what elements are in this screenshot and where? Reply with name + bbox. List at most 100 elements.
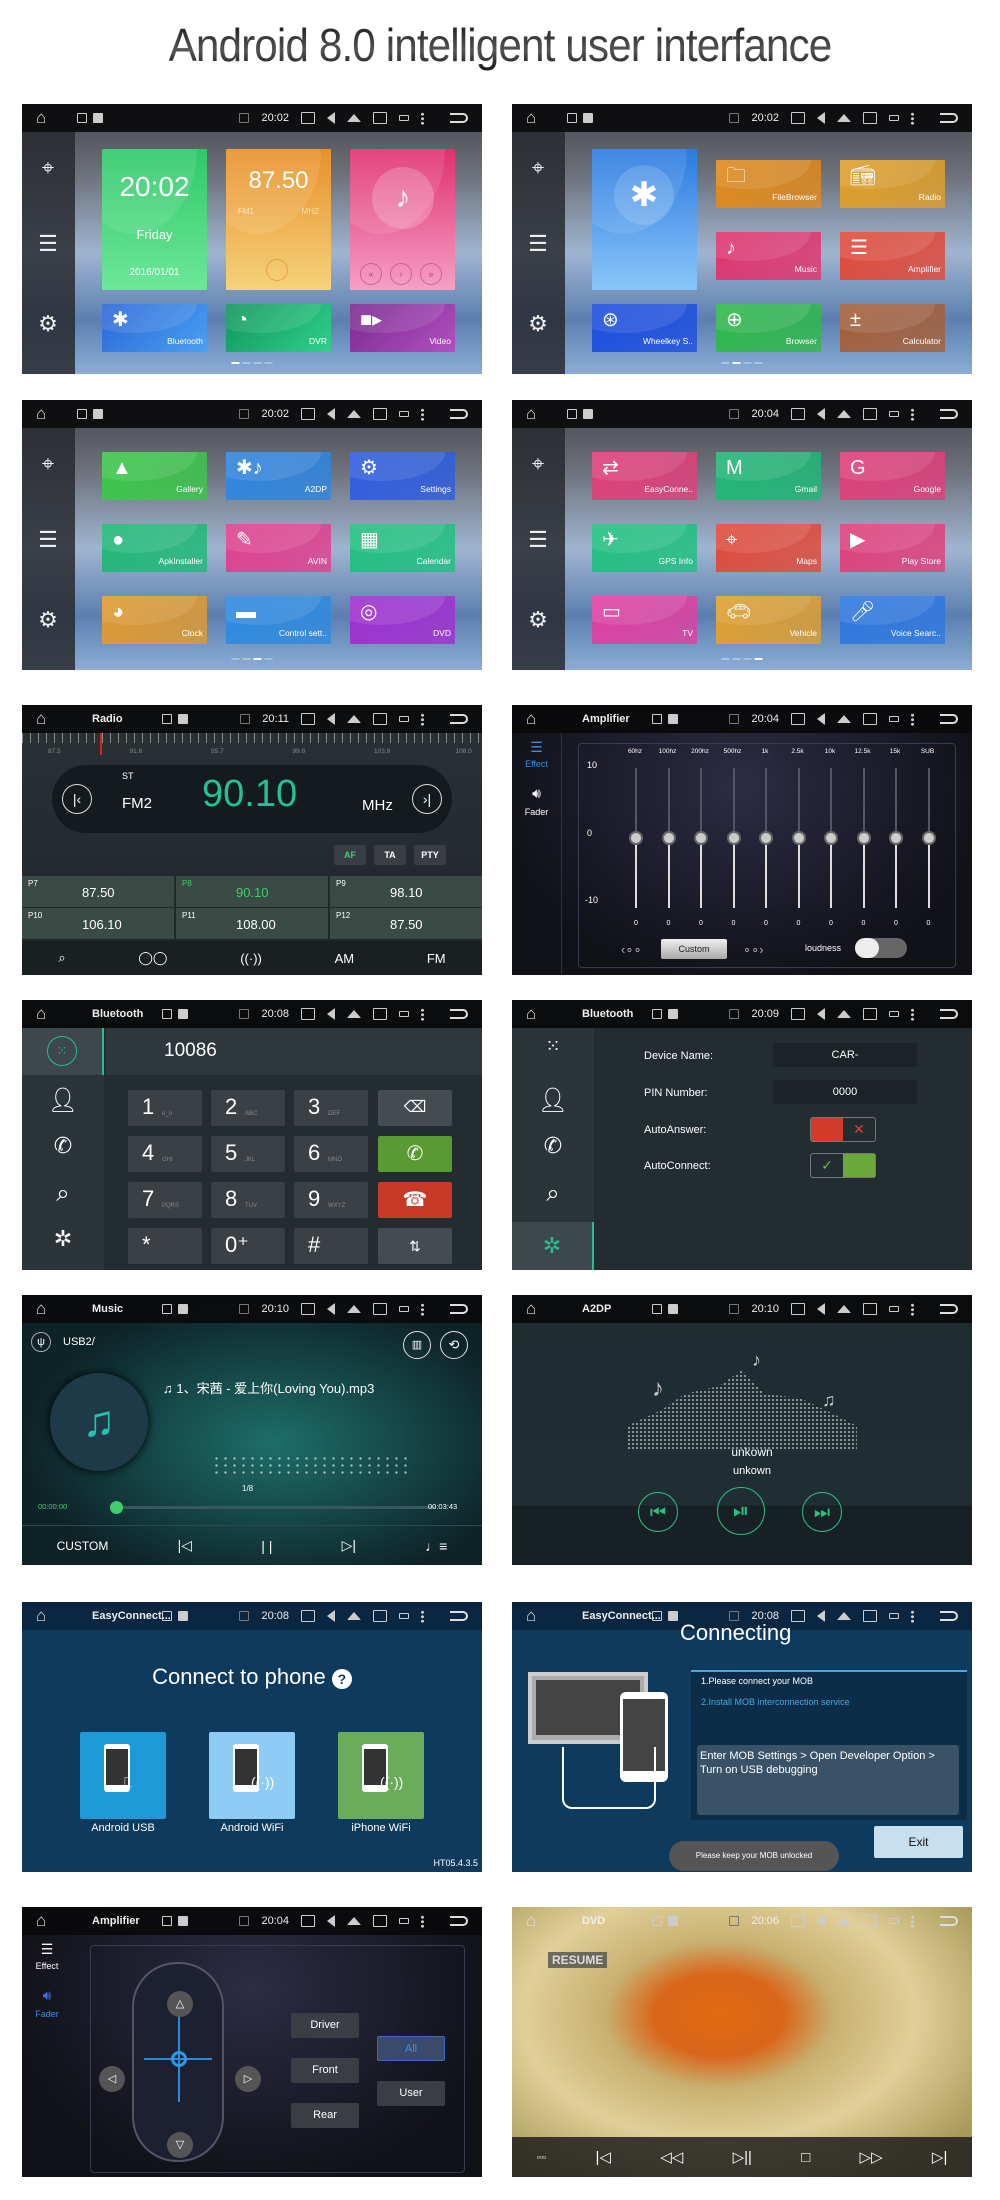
back-icon[interactable] [940,1009,958,1019]
band-slider-knob[interactable] [759,831,773,845]
volume-icon[interactable] [327,713,335,725]
search-icon[interactable]: ⌕ [512,1180,594,1208]
band-slider-knob[interactable] [629,831,643,845]
equalizer-icon[interactable]: ☰ [36,528,60,552]
play-pause-button[interactable]: ⏯︎ [717,1487,765,1535]
eject-icon[interactable] [347,410,361,418]
recent-apps-icon[interactable] [889,1306,899,1312]
tile-wheelkey-s[interactable]: ⊛ Wheelkey S.. [592,304,697,352]
preset-p7[interactable]: P7 87.50 [22,876,174,907]
close-window-icon[interactable] [863,1008,877,1020]
close-window-icon[interactable] [863,1610,877,1622]
playlist-icon[interactable]: ♩≡ [425,1538,447,1554]
back-icon[interactable] [940,714,958,724]
back-icon[interactable] [450,113,468,123]
recent-apps-icon[interactable] [399,716,409,722]
home-icon[interactable]: ⌂ [526,710,546,728]
tile-easyconne[interactable]: ⇄ EasyConne.. [592,452,697,500]
screenshot-icon[interactable] [301,1008,315,1020]
volume-icon[interactable] [817,1610,825,1622]
key-5[interactable]: 5 JKL [211,1136,285,1172]
tile-settings[interactable]: ⚙ Settings [350,452,455,500]
more-icon[interactable] [911,712,914,726]
back-icon[interactable] [450,714,468,724]
volume-icon[interactable] [817,1303,825,1315]
close-window-icon[interactable] [863,713,877,725]
equalizer-icon[interactable]: ☰ [512,739,561,756]
connect-option-android-usb[interactable]: ⎍ [80,1732,166,1819]
key-3[interactable]: 3 DEF [294,1090,368,1126]
radio-widget[interactable]: 87.50 FM1 MHZ [226,149,331,290]
more-icon[interactable] [421,407,424,421]
play-pause-icon[interactable]: ▷|| [733,2148,752,2166]
tile-radio[interactable]: 📻︎ Radio [840,160,945,208]
volume-icon[interactable] [817,1008,825,1020]
band-slider-knob[interactable] [824,831,838,845]
number-display[interactable]: 10086 [106,1028,482,1075]
up-arrow-button[interactable]: △ [167,1991,193,2017]
bt-settings-icon[interactable]: ✲ [512,1222,594,1270]
back-icon[interactable] [450,1304,468,1314]
volume-icon[interactable] [327,112,335,124]
tile-gmail[interactable]: M Gmail [716,452,821,500]
home-icon[interactable]: ⌂ [36,1300,56,1318]
eject-icon[interactable] [837,114,851,122]
connect-option-android-wifi[interactable]: ((·)) [209,1732,295,1819]
tile-calendar[interactable]: ▦ Calendar [350,524,455,572]
screenshot-icon[interactable] [791,408,805,420]
video-frame[interactable] [512,1907,972,1935]
exit-button[interactable]: Exit [874,1826,963,1858]
home-icon[interactable]: ⌂ [526,1300,546,1318]
fader-tab[interactable]: Fader [22,2009,72,2019]
previous-button[interactable]: ⏮︎ [638,1492,678,1532]
band-slider-knob[interactable] [661,831,676,845]
music-widget[interactable]: ♪ « › » [350,149,455,290]
auto-answer-toggle[interactable]: ✕ [810,1117,876,1142]
preset-p9[interactable]: P9 98.10 [330,876,482,907]
speaker-icon[interactable]: 🔊︎ [512,785,561,802]
key-4[interactable]: 4 GHI [128,1136,202,1172]
more-icon[interactable] [911,1609,914,1623]
tile-video[interactable]: ■▸ Video [350,304,455,352]
pty-button[interactable]: PTY [414,845,446,865]
tile-google[interactable]: G Google [840,452,945,500]
clock-widget[interactable]: 20:02 Friday 2016/01/01 [102,149,207,290]
help-icon[interactable]: ? [331,1669,352,1689]
back-icon[interactable] [450,1916,468,1926]
screenshot-icon[interactable] [301,713,315,725]
volume-icon[interactable] [327,408,335,420]
band-slider-knob[interactable] [726,831,741,845]
more-icon[interactable] [911,1302,914,1316]
previous-icon[interactable]: |◁ [596,2148,611,2166]
left-arrow-button[interactable]: ◁ [99,2066,125,2092]
preset-p12[interactable]: P12 87.50 [330,908,482,939]
navigation-icon[interactable]: ⌖ [526,452,550,476]
close-window-icon[interactable] [373,1303,387,1315]
pause-icon[interactable]: | | [261,1538,272,1554]
tile-music[interactable]: ♪ Music [716,232,821,280]
recent-apps-icon[interactable] [399,1306,409,1312]
screenshot-icon[interactable] [791,1610,805,1622]
tile-clock[interactable]: ◕ Clock [102,596,207,644]
key-7[interactable]: 7 PQRS [128,1182,202,1218]
recent-apps-icon[interactable] [889,1613,899,1619]
backspace-button[interactable]: ⌫ [378,1090,452,1126]
menu-icon[interactable]: ▫▫▫ [537,2152,547,2162]
balance-point[interactable] [171,2051,187,2067]
tile-filebrowser[interactable]: 🗀 FileBrowser [716,160,821,208]
key-8[interactable]: 8 TUV [211,1182,285,1218]
home-icon[interactable]: ⌂ [526,1005,546,1023]
home-icon[interactable]: ⌂ [36,1005,56,1023]
volume-icon[interactable] [327,1008,335,1020]
home-icon[interactable]: ⌂ [526,405,546,423]
back-icon[interactable] [940,1611,958,1621]
eject-icon[interactable] [837,715,851,723]
key-12[interactable]: # [294,1228,368,1264]
band-slider-knob[interactable] [694,831,708,845]
back-icon[interactable] [940,113,958,123]
eject-icon[interactable] [347,715,361,723]
recent-apps-icon[interactable] [399,1011,409,1017]
tile-bluetooth[interactable]: ✱ Bluetooth [102,304,207,352]
seek-forward-icon[interactable]: ›| [412,784,442,814]
contacts-icon[interactable]: 👤︎ [512,1086,594,1115]
